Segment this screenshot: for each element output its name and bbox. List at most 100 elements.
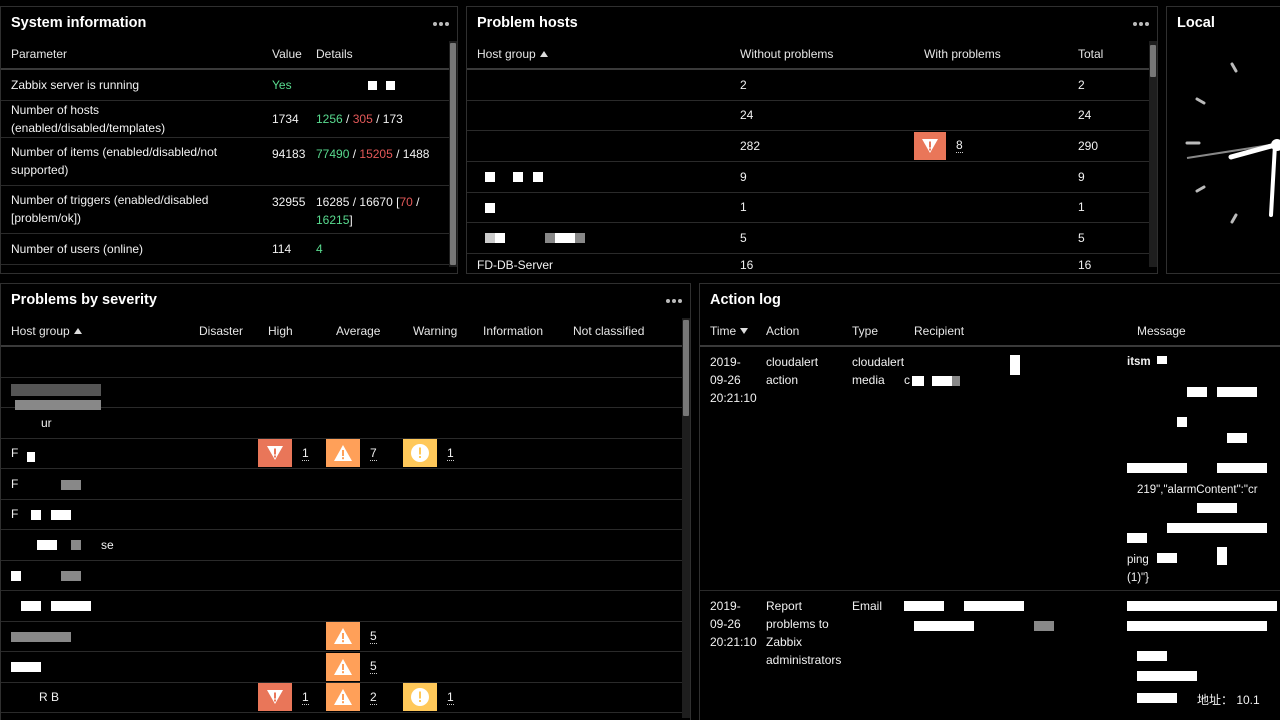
warning-count[interactable]: 1 [447, 446, 454, 461]
average-severity-icon[interactable] [326, 683, 360, 712]
host-group-cell[interactable] [467, 69, 730, 101]
with-problems-cell [914, 161, 1068, 193]
average-cell [326, 529, 403, 561]
average-severity-icon[interactable] [326, 622, 360, 651]
host-group-cell[interactable] [467, 130, 730, 162]
average-count[interactable]: 5 [370, 629, 377, 644]
average-severity-icon[interactable] [326, 439, 360, 468]
column-header: Total [1068, 39, 1149, 70]
information-cell [473, 346, 563, 378]
high-severity-icon[interactable] [914, 131, 946, 160]
system-information-widget: System information Parameter Value Detai… [0, 6, 458, 274]
without-problems-cell: 282 [730, 130, 914, 162]
information-cell [473, 621, 563, 652]
high-severity-icon[interactable] [258, 683, 292, 712]
warning-severity-icon[interactable] [403, 683, 437, 712]
not-classified-cell [563, 438, 682, 469]
with-problems-cell [914, 192, 1068, 223]
widget-menu-icon[interactable] [1133, 15, 1151, 26]
not-classified-cell [563, 529, 682, 561]
column-header: Without problems [730, 39, 914, 70]
value-cell: 1734 [262, 100, 306, 138]
average-cell [326, 560, 403, 591]
column-header-host-group[interactable]: Host group [1, 316, 189, 347]
host-group-cell[interactable] [1, 651, 189, 683]
table-row [1, 346, 682, 378]
average-severity-icon[interactable] [326, 652, 360, 681]
scrollbar[interactable] [682, 318, 690, 718]
column-header-host-group[interactable]: Host group [467, 39, 730, 70]
without-problems-cell: 2 [730, 69, 914, 101]
high-cell: 1 [258, 438, 326, 469]
column-header: Average [326, 316, 403, 347]
host-group-cell[interactable] [467, 222, 730, 254]
disaster-cell [189, 499, 258, 530]
warning-count[interactable]: 1 [447, 690, 454, 705]
warning-cell [403, 621, 473, 652]
high-cell [258, 346, 326, 378]
host-group-cell[interactable]: R B [1, 682, 189, 713]
analog-clock-icon [1185, 62, 1280, 224]
host-group-cell[interactable] [1, 560, 189, 591]
host-group-cell[interactable]: F [1, 438, 189, 469]
host-group-cell[interactable] [467, 161, 730, 193]
high-cell [258, 499, 326, 530]
disaster-cell [189, 590, 258, 622]
host-group-cell[interactable]: e [1, 377, 189, 408]
host-group-cell[interactable]: ur [1, 407, 189, 439]
details-cell [306, 69, 451, 101]
table-row: 282 8 290 [467, 130, 1149, 162]
warning-cell [403, 651, 473, 683]
not-classified-cell [563, 346, 682, 378]
high-count[interactable]: 1 [302, 446, 309, 461]
not-classified-cell [563, 682, 682, 713]
details-cell: 1256 / 305 / 173 [306, 100, 451, 138]
table-row: Number of hosts (enabled/disabled/templa… [1, 100, 451, 138]
high-severity-icon[interactable] [258, 439, 292, 468]
warning-cell [403, 468, 473, 500]
type-cell: Email [842, 590, 904, 720]
information-cell [473, 682, 563, 713]
value-cell: 114 [262, 233, 306, 265]
system-info-table: Parameter Value Details Zabbix server is… [1, 39, 451, 265]
host-group-cell[interactable] [467, 100, 730, 131]
with-problems-count[interactable]: 8 [956, 138, 963, 153]
widget-menu-icon[interactable] [666, 292, 684, 303]
scrollbar[interactable] [449, 41, 457, 267]
column-header-time[interactable]: Time [700, 316, 756, 347]
widget-title: Problem hosts [477, 15, 578, 31]
host-group-cell[interactable] [1, 346, 189, 378]
average-count[interactable]: 5 [370, 659, 377, 675]
high-count[interactable]: 1 [302, 690, 309, 705]
host-group-cell[interactable]: F [1, 499, 189, 530]
high-cell [258, 590, 326, 622]
column-header: Action [756, 316, 842, 347]
host-group-cell[interactable] [467, 192, 730, 223]
parameter-cell: Number of hosts (enabled/disabled/templa… [1, 100, 262, 138]
average-count[interactable]: 7 [370, 446, 377, 461]
widget-menu-icon[interactable] [433, 15, 451, 26]
average-count[interactable]: 2 [370, 690, 377, 705]
table-row: ur [1, 407, 682, 439]
host-group-cell[interactable] [1, 621, 189, 652]
with-problems-cell [914, 253, 1068, 273]
table-row: 1 1 [467, 192, 1149, 223]
details-cell: 77490 / 15205 / 1488 [306, 137, 451, 186]
host-group-cell[interactable]: se [1, 529, 189, 561]
scrollbar[interactable] [1149, 41, 1157, 267]
host-group-cell[interactable] [1, 590, 189, 622]
action-log-table: Time Action Type Recipient Message 2019-… [700, 316, 1280, 720]
disaster-cell [189, 346, 258, 378]
table-row: 2 2 [467, 69, 1149, 101]
total-cell: 2 [1068, 69, 1149, 101]
disaster-cell [189, 377, 258, 408]
high-cell [258, 468, 326, 500]
parameter-cell: Number of items (enabled/disabled/not su… [1, 137, 262, 186]
host-group-cell[interactable]: F [1, 468, 189, 500]
table-row: 5 5 [467, 222, 1149, 254]
action-cell: Report problems to Zabbix administrators [756, 590, 842, 720]
host-group-cell[interactable]: FD-DB-Server [467, 253, 730, 273]
high-cell [258, 560, 326, 591]
warning-severity-icon[interactable] [403, 439, 437, 468]
average-cell: 5 [326, 621, 403, 652]
